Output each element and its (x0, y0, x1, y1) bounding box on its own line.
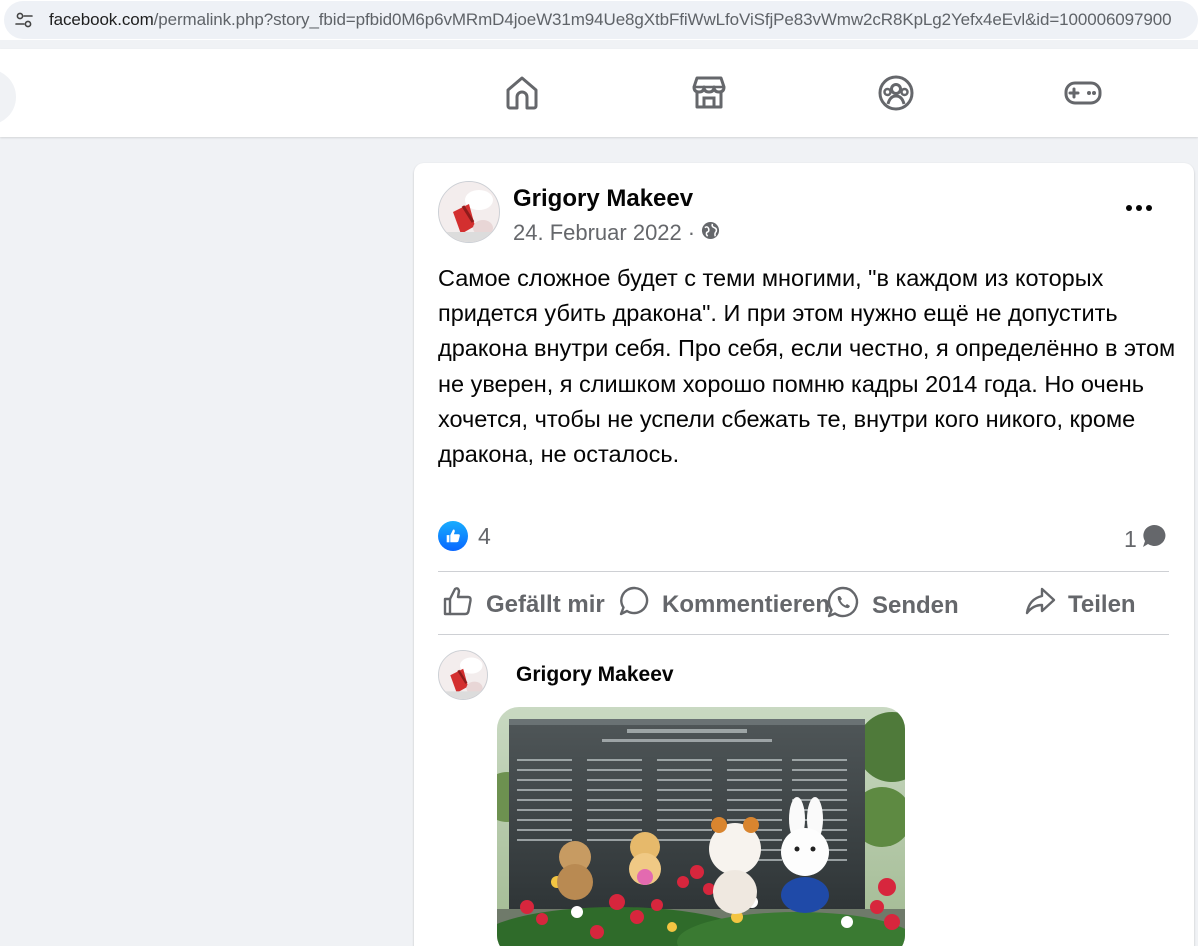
like-button-label: Gefällt mir (486, 590, 605, 618)
comment-bubble-icon (1141, 523, 1167, 555)
post-body-text: Самое сложное будет с теми многими, "в к… (438, 265, 1176, 468)
whatsapp-icon (826, 585, 860, 626)
post-author-name[interactable]: Grigory Makeev (513, 185, 693, 213)
site-settings-icon[interactable] (7, 3, 41, 37)
meta-separator: · (687, 220, 696, 245)
like-button[interactable]: Gefällt mir (442, 585, 605, 624)
post-card: Grigory Makeev 24. Februar 2022 · Самое … (414, 163, 1194, 946)
omnibox[interactable]: facebook.com/permalink.php?story_fbid=pf… (4, 1, 1198, 39)
thumbs-up-icon (442, 585, 474, 624)
post-actions-bar: Gefällt mir Kommentieren Senden Teilen (438, 573, 1169, 633)
marketplace-icon[interactable] (689, 73, 729, 113)
search-button-stub[interactable] (0, 69, 16, 125)
comment-button[interactable]: Kommentieren (618, 585, 830, 624)
home-icon[interactable] (502, 73, 542, 113)
share-button-label: Teilen (1068, 590, 1136, 618)
globe-icon (701, 220, 720, 246)
author-avatar[interactable] (438, 181, 500, 243)
groups-icon[interactable] (876, 73, 916, 113)
url-text[interactable]: facebook.com/permalink.php?story_fbid=pf… (49, 10, 1198, 30)
share-arrow-icon (1024, 585, 1056, 624)
browser-address-bar: facebook.com/permalink.php?story_fbid=pf… (0, 0, 1198, 40)
share-button[interactable]: Teilen (1024, 585, 1136, 624)
commenter-avatar[interactable] (438, 650, 488, 700)
comment-icon (618, 585, 650, 624)
reaction-count: 4 (478, 522, 491, 549)
post-date[interactable]: 24. Februar 2022 (513, 220, 682, 246)
reactions-summary[interactable]: 4 (438, 521, 491, 551)
like-reaction-icon (438, 521, 468, 551)
more-options-button[interactable] (1119, 193, 1159, 223)
post-meta: 24. Februar 2022 · (513, 220, 720, 246)
comment-button-label: Kommentieren (662, 590, 831, 618)
comment-photo-memorial[interactable] (497, 707, 905, 946)
comment-count-link[interactable]: 1 (1124, 523, 1167, 555)
url-path: /permalink.php?story_fbid=pfbid0M6p6vMRm… (153, 10, 1172, 29)
url-host: facebook.com (49, 10, 154, 29)
comment-count-number: 1 (1124, 525, 1137, 552)
facebook-top-nav (0, 49, 1198, 137)
send-button-label: Senden (872, 591, 959, 619)
send-button[interactable]: Senden (826, 585, 959, 626)
gaming-icon[interactable] (1063, 73, 1103, 113)
divider-bottom (438, 634, 1169, 635)
comment-author-name[interactable]: Grigory Makeev (516, 663, 674, 687)
divider-top (438, 571, 1169, 572)
